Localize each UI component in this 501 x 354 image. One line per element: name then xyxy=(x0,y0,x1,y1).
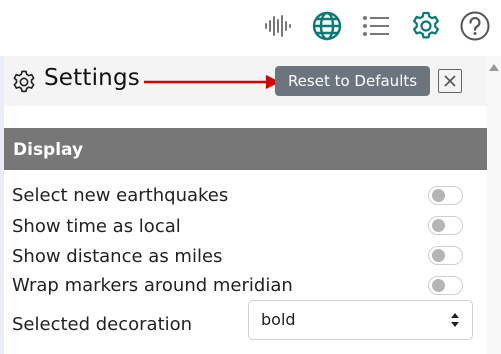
scrollbar[interactable] xyxy=(487,56,501,354)
top-toolbar xyxy=(0,0,501,56)
reset-to-defaults-button[interactable]: Reset to Defaults xyxy=(275,66,430,96)
section-header-display: Display xyxy=(4,128,487,170)
settings-panel: Settings Reset to Defaults Display Selec… xyxy=(4,56,487,354)
settings-header: Settings Reset to Defaults xyxy=(4,56,487,106)
toggle-show-distance-as-miles[interactable] xyxy=(428,246,463,265)
red-arrow-annotation xyxy=(144,75,280,89)
close-button[interactable] xyxy=(438,69,462,93)
toggle-wrap-markers-around-meridian[interactable] xyxy=(428,276,463,295)
setting-label-selected-decoration: Selected decoration xyxy=(12,314,193,335)
help-icon[interactable] xyxy=(458,9,492,43)
settings-gear-icon xyxy=(11,69,37,95)
decoration-select-value: bold xyxy=(261,310,296,329)
setting-label-wrap-markers-around-meridian: Wrap markers around meridian xyxy=(12,275,293,296)
scroll-up-arrow-icon[interactable] xyxy=(489,64,499,71)
select-arrows-icon xyxy=(451,313,459,327)
toggle-show-time-as-local[interactable] xyxy=(428,216,463,235)
waveform-icon[interactable] xyxy=(261,9,295,43)
list-icon[interactable] xyxy=(359,9,393,43)
toggle-knob xyxy=(432,249,445,262)
toggle-knob xyxy=(432,219,445,232)
close-icon xyxy=(444,75,456,87)
toggle-select-new-earthquakes[interactable] xyxy=(428,186,463,205)
setting-label-show-time-as-local: Show time as local xyxy=(12,216,181,237)
toggle-knob xyxy=(432,189,445,202)
setting-label-select-new-earthquakes: Select new earthquakes xyxy=(12,185,229,206)
setting-label-show-distance-as-miles: Show distance as miles xyxy=(12,246,223,267)
page-title: Settings xyxy=(44,65,140,91)
decoration-select[interactable]: bold xyxy=(248,300,473,340)
section-title: Display xyxy=(13,140,84,160)
toggle-knob xyxy=(432,279,445,292)
globe-icon[interactable] xyxy=(310,9,344,43)
gear-icon[interactable] xyxy=(409,9,443,43)
